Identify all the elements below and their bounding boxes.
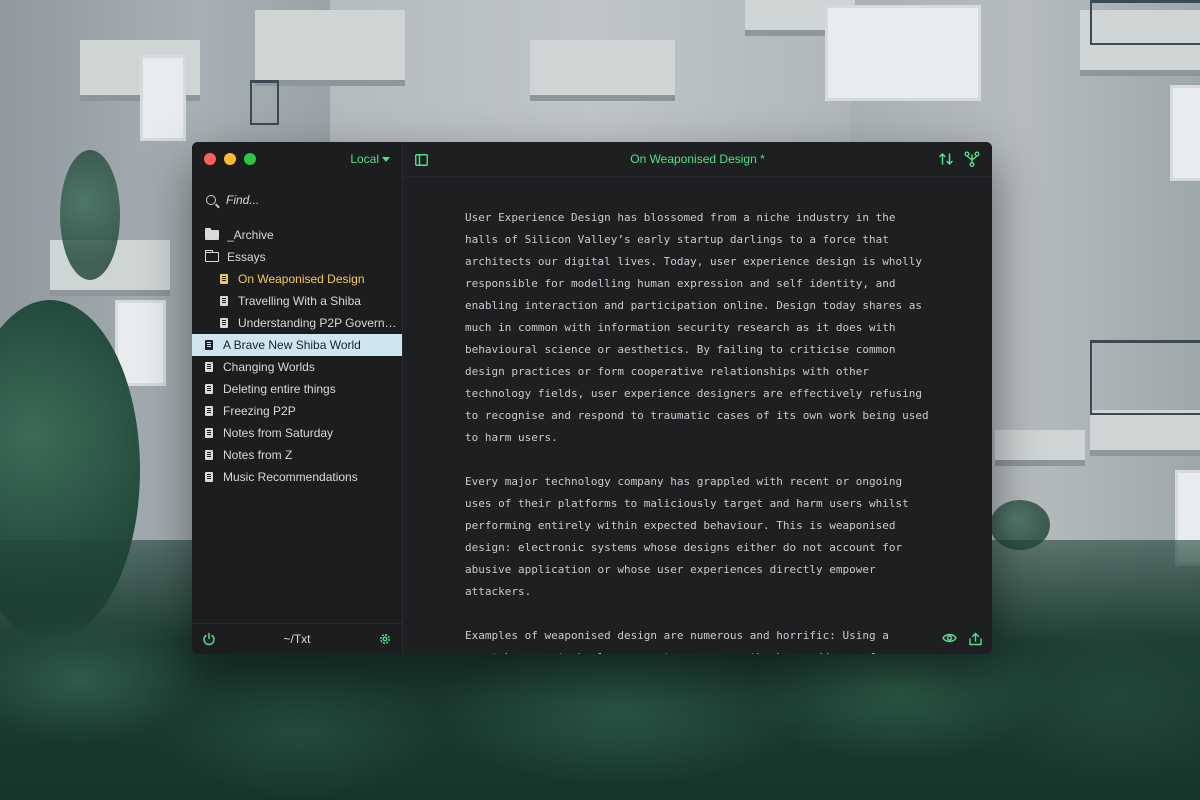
sidebar-item-label: Music Recommendations: [223, 470, 358, 484]
minimize-window-button[interactable]: [224, 153, 236, 165]
sidebar-item-understanding-p2p-governa[interactable]: Understanding P2P Governa...: [192, 312, 402, 334]
sidebar-item-label: Understanding P2P Governa...: [238, 316, 398, 330]
chevron-down-icon: [382, 157, 390, 162]
editor-paragraph: Every major technology company has grapp…: [465, 475, 909, 598]
file-tree: _Archive Essays On Weaponised Design Travel…: [192, 224, 402, 488]
document-icon: [205, 450, 213, 460]
document-title: On Weaponised Design *: [630, 152, 765, 166]
sidebar-item-changing-worlds[interactable]: Changing Worlds: [192, 356, 402, 378]
sidebar-item-label: Deleting entire things: [223, 382, 336, 396]
sidebar-item-label: Notes from Z: [223, 448, 293, 462]
sidebar-folder-essays[interactable]: Essays: [192, 246, 402, 268]
app-window: Local _Archive Essays On Weaponised Design…: [192, 142, 992, 654]
sidebar-item-deleting-entire-things[interactable]: Deleting entire things: [192, 378, 402, 400]
sync-icon[interactable]: [938, 151, 954, 167]
editor-paragraph: User Experience Design has blossomed fro…: [465, 211, 929, 444]
sidebar-item-label: Notes from Saturday: [223, 426, 334, 440]
source-selector[interactable]: Local: [350, 152, 390, 166]
sidebar-item-label: On Weaponised Design: [238, 272, 365, 286]
current-path: ~/Txt: [283, 632, 311, 646]
sidebar: Local _Archive Essays On Weaponised Design…: [192, 142, 403, 654]
sidebar-item-label: Travelling With a Shiba: [238, 294, 361, 308]
search-icon: [206, 195, 216, 205]
document-icon: [205, 362, 213, 372]
sidebar-item-music-recommendations[interactable]: Music Recommendations: [192, 466, 402, 488]
sidebar-item-label: A Brave New Shiba World: [223, 338, 361, 352]
document-icon: [205, 428, 213, 438]
document-icon: [205, 384, 213, 394]
search-bar: [192, 176, 402, 224]
document-icon: [220, 274, 228, 284]
branch-icon[interactable]: [964, 151, 980, 167]
sidebar-header: Local: [192, 142, 402, 176]
editor-footer: [942, 632, 982, 646]
document-icon: [205, 472, 213, 482]
folder-icon: [205, 228, 219, 240]
sidebar-toggle-icon[interactable]: [415, 153, 428, 171]
editor-pane: On Weaponised Design * User Experience D…: [403, 142, 992, 654]
sidebar-folder-archive[interactable]: _Archive: [192, 224, 402, 246]
sidebar-footer: ~/Txt: [192, 623, 402, 654]
editor-paragraph: Examples of weaponised design are numero…: [465, 629, 889, 654]
eye-icon[interactable]: [942, 632, 957, 646]
sidebar-item-freezing-p2p[interactable]: Freezing P2P: [192, 400, 402, 422]
document-icon: [205, 340, 213, 350]
document-icon: [220, 296, 228, 306]
document-icon: [220, 318, 228, 328]
sidebar-item-a-brave-new-shiba-world[interactable]: A Brave New Shiba World: [192, 334, 402, 356]
zoom-window-button[interactable]: [244, 153, 256, 165]
sidebar-item-notes-from-saturday[interactable]: Notes from Saturday: [192, 422, 402, 444]
document-icon: [205, 406, 213, 416]
sidebar-item-label: Freezing P2P: [223, 404, 296, 418]
source-label: Local: [350, 152, 379, 166]
folder-open-icon: [204, 249, 219, 262]
editor-text-area[interactable]: User Experience Design has blossomed fro…: [403, 177, 992, 654]
close-window-button[interactable]: [204, 153, 216, 165]
sidebar-item-label: Changing Worlds: [223, 360, 315, 374]
sidebar-item-label: Essays: [227, 250, 266, 264]
sidebar-item-label: _Archive: [227, 228, 274, 242]
sidebar-item-on-weaponised-design[interactable]: On Weaponised Design: [192, 268, 402, 290]
gear-icon[interactable]: [378, 632, 392, 646]
sidebar-item-notes-from-z[interactable]: Notes from Z: [192, 444, 402, 466]
share-icon[interactable]: [969, 632, 982, 646]
sidebar-item-travelling-with-a-shiba[interactable]: Travelling With a Shiba: [192, 290, 402, 312]
search-input[interactable]: [226, 193, 376, 207]
power-icon[interactable]: [202, 632, 216, 646]
editor-titlebar: On Weaponised Design *: [403, 142, 992, 177]
